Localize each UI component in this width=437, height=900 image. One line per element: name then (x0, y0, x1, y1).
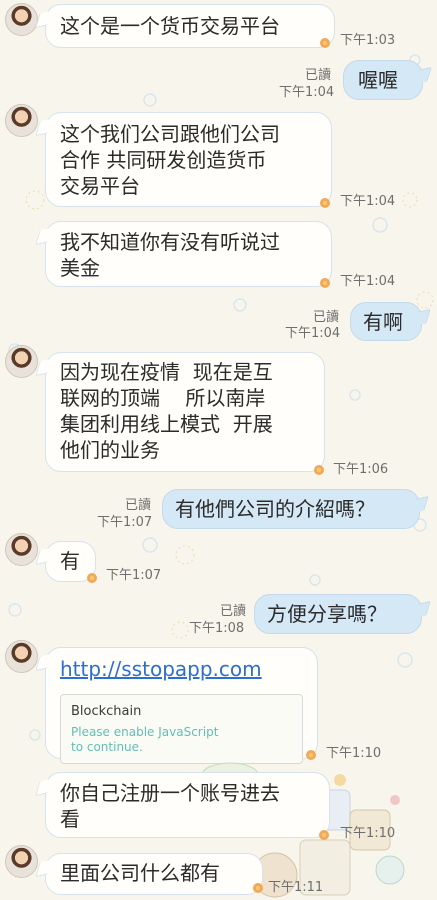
message-text: 里面公司什么都有 (60, 861, 220, 885)
flower-decoration (87, 573, 97, 583)
message-bubble[interactable]: 你自己注册一个账号进去 看 (45, 772, 330, 838)
message-text-line: 这个我们公司跟他们公司 (60, 122, 280, 146)
message-time: 下午1:04 (285, 326, 341, 341)
message-text: 有他們公司的介紹嗎？ (175, 497, 375, 521)
message-text: 这个是一个货币交易平台 (60, 14, 280, 38)
avatar[interactable] (5, 104, 38, 137)
link-message-bubble[interactable]: http://sstopapp.com Blockchain Please en… (45, 647, 318, 764)
message-time: 下午1:08 (189, 621, 245, 636)
flower-decoration (253, 883, 263, 893)
message-time: 下午1:04 (340, 194, 396, 209)
message-time: 下午1:11 (268, 880, 324, 895)
message-time: 下午1:06 (333, 462, 389, 477)
avatar[interactable] (5, 640, 38, 673)
avatar[interactable] (5, 845, 38, 878)
flower-decoration (320, 198, 330, 208)
link-preview-title: Blockchain (71, 704, 142, 719)
avatar[interactable] (5, 533, 38, 566)
message-time: 下午1:07 (97, 515, 153, 530)
message-text-line: 因为现在疫情 现在是互 (60, 360, 273, 384)
flower-decoration (306, 750, 316, 760)
avatar[interactable] (5, 3, 38, 36)
message-bubble[interactable]: 里面公司什么都有 (45, 853, 263, 895)
message-bubble[interactable]: 喔喔 (343, 60, 423, 100)
flower-decoration (320, 38, 330, 48)
message-time: 下午1:04 (279, 85, 335, 100)
flower-decoration (320, 278, 330, 288)
message-text-line: 集团利用线上模式 开展 (60, 412, 273, 436)
link-preview-description-line: Please enable JavaScript (71, 725, 219, 739)
message-text-line: 交易平台 (60, 174, 140, 198)
message-time: 下午1:10 (326, 746, 382, 761)
message-text: 有 (60, 549, 80, 573)
message-text-line: 他们的业务 (60, 438, 160, 462)
link-preview-description-line: to continue. (71, 740, 143, 754)
avatar[interactable] (5, 345, 38, 378)
message-bubble[interactable]: 这个我们公司跟他们公司 合作 共同研发创造货币 交易平台 (45, 112, 332, 207)
message-text-line: 看 (60, 807, 80, 831)
flower-decoration (314, 465, 324, 475)
message-text-line: 美金 (60, 256, 100, 280)
message-time: 下午1:07 (106, 568, 162, 583)
message-text-line: 合作 共同研发创造货币 (60, 148, 267, 172)
message-text: 喔喔 (358, 68, 398, 92)
message-link[interactable]: http://sstopapp.com (60, 656, 303, 682)
message-bubble[interactable]: 方便分享嗎？ (254, 594, 422, 634)
message-bubble[interactable]: 这个是一个货币交易平台 (45, 4, 335, 48)
link-preview-card[interactable]: Blockchain Please enable JavaScript to c… (60, 694, 303, 764)
flower-decoration (319, 830, 329, 840)
message-text-line: 联网的顶端 所以南岸 (60, 386, 266, 410)
message-bubble[interactable]: 有啊 (350, 302, 422, 341)
message-text: 方便分享嗎？ (267, 602, 387, 626)
message-bubble[interactable]: 有他們公司的介紹嗎？ (162, 489, 420, 529)
message-time: 下午1:03 (340, 33, 396, 48)
message-text: 有啊 (363, 310, 403, 334)
message-time: 下午1:10 (340, 826, 396, 841)
message-time: 下午1:04 (340, 274, 396, 289)
message-text-line: 你自己注册一个账号进去 (60, 781, 280, 805)
message-bubble[interactable]: 因为现在疫情 现在是互 联网的顶端 所以南岸 集团利用线上模式 开展 他们的业务 (45, 352, 325, 472)
message-bubble[interactable]: 我不知道你有没有听说过 美金 (45, 221, 332, 287)
message-text-line: 我不知道你有没有听说过 (60, 230, 280, 254)
